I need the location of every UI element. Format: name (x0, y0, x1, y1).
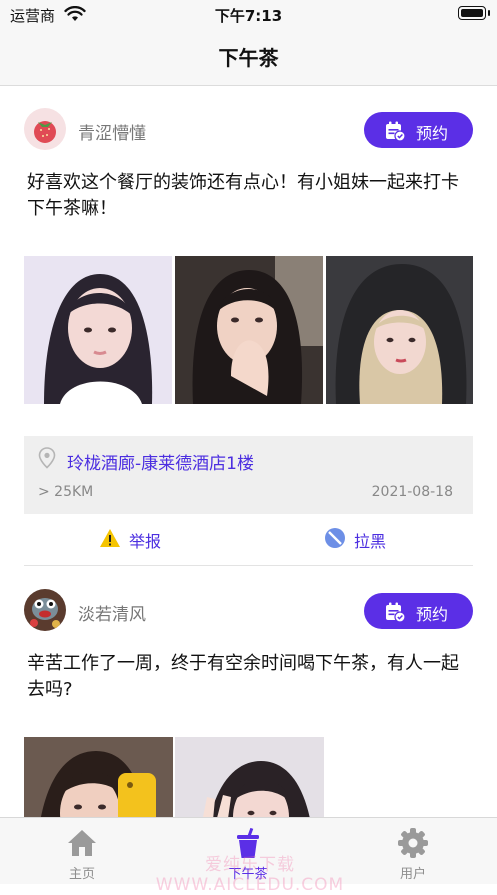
post-date: 2021-08-18 (371, 484, 453, 500)
photo-grid (24, 737, 473, 817)
post-photo[interactable] (175, 737, 324, 817)
report-label: 举报 (129, 532, 162, 551)
book-button-label: 预约 (416, 124, 449, 143)
location-name[interactable]: 玲栊酒廊-康莱德酒店1楼 (67, 449, 254, 474)
portrait-photo (175, 737, 324, 817)
book-button[interactable]: 预约 (364, 593, 473, 629)
post-photo[interactable] (24, 737, 173, 817)
username[interactable]: 淡若清风 (78, 600, 146, 625)
strawberry-avatar-icon (24, 108, 66, 150)
divider (24, 565, 473, 566)
tab-label: 主页 (68, 867, 95, 882)
tab-home[interactable]: 主页 (22, 818, 142, 884)
home-icon (68, 830, 96, 856)
block-label: 拉黑 (354, 532, 387, 551)
post-feed[interactable]: 青涩懵懂 预约 好喜欢这个餐厅的装饰还有点心！有小姐妹一起来打卡下午茶嘛！ 玲栊… (0, 86, 497, 817)
block-icon (325, 528, 345, 548)
post-actions: 举报 拉黑 (0, 522, 497, 554)
portrait-photo (326, 256, 473, 404)
book-button-label: 预约 (416, 605, 449, 624)
post-card: 淡若清风 预约 辛苦工作了一周，终于有空余时间喝下午茶，有人一起去吗? (0, 567, 497, 817)
battery-icon (458, 6, 490, 20)
avatar[interactable] (24, 589, 66, 631)
portrait-photo (24, 256, 172, 404)
watermark: 爱纯乐下载 WWW.AICLEDU.COM (155, 855, 345, 895)
location-pin-icon (38, 447, 56, 469)
tab-user[interactable]: 用户 (353, 818, 473, 884)
book-button[interactable]: 预约 (364, 112, 473, 148)
cartoon-avatar-icon (24, 589, 66, 631)
status-bar: 运营商 下午7:13 (0, 0, 497, 28)
post-text: 辛苦工作了一周，终于有空余时间喝下午茶，有人一起去吗? (27, 653, 459, 700)
post-photo[interactable] (24, 256, 172, 404)
tab-bar: 主页 下午茶 用户 爱纯乐下载 WWW.AICLEDU.COM (0, 817, 497, 895)
post-photo[interactable] (175, 256, 323, 404)
avatar[interactable] (24, 108, 66, 150)
navigation-bar: 下午茶 (0, 28, 497, 86)
username[interactable]: 青涩懵懂 (78, 119, 146, 144)
portrait-photo (175, 256, 323, 404)
calendar-check-icon (386, 121, 406, 142)
distance-label: > 25KM (38, 484, 94, 500)
gear-icon (398, 828, 428, 858)
post-text: 好喜欢这个餐厅的装饰还有点心！有小姐妹一起来打卡下午茶嘛！ (27, 172, 459, 219)
tab-label: 用户 (399, 867, 426, 882)
clock-time: 下午7:13 (214, 7, 283, 25)
location-card[interactable]: 玲栊酒廊-康莱德酒店1楼 > 25KM 2021-08-18 (24, 436, 473, 514)
page-title: 下午茶 (218, 46, 279, 70)
warning-icon (100, 529, 120, 547)
photo-grid (24, 256, 473, 404)
post-photo[interactable] (326, 256, 473, 404)
portrait-photo (24, 737, 173, 817)
post-card: 青涩懵懂 预约 好喜欢这个餐厅的装饰还有点心！有小姐妹一起来打卡下午茶嘛！ 玲栊… (0, 86, 497, 566)
calendar-check-icon (386, 602, 406, 623)
